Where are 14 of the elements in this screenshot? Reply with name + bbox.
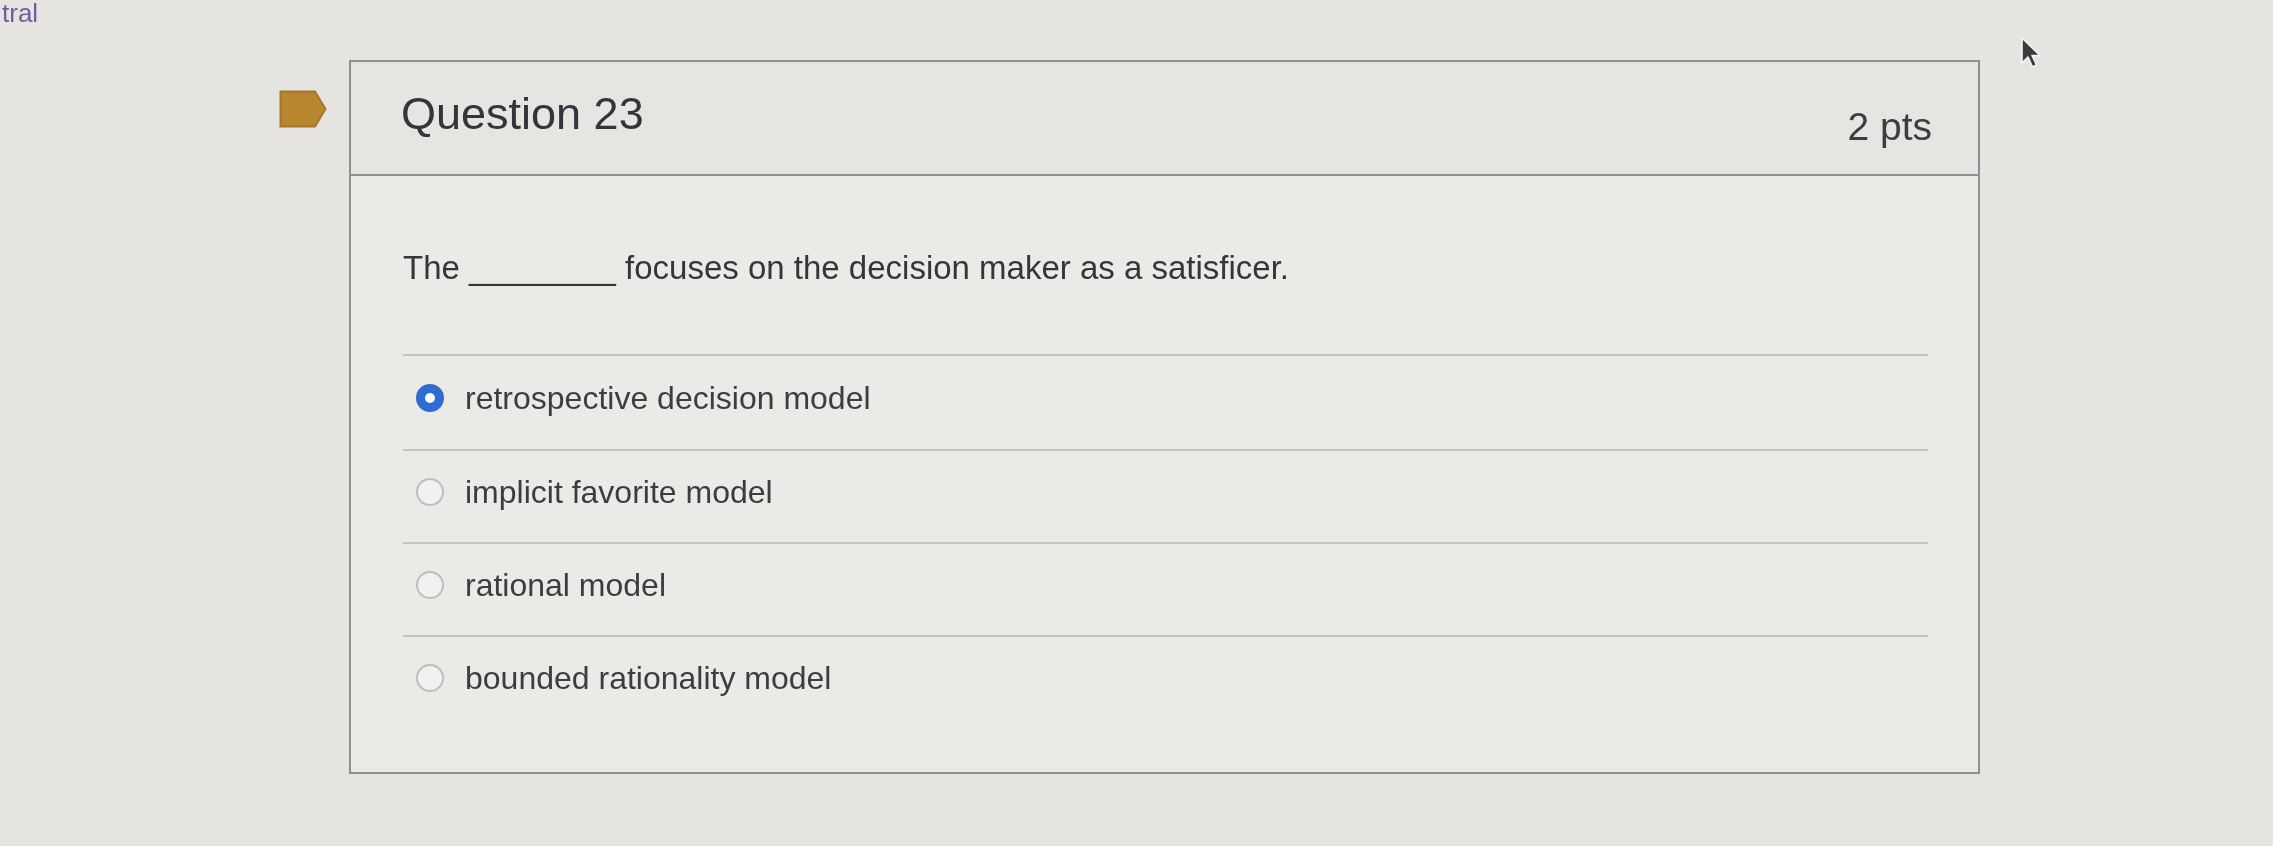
flag-icon[interactable]: [279, 90, 327, 128]
option-label[interactable]: retrospective decision model: [465, 377, 871, 418]
radio-button[interactable]: [416, 477, 444, 506]
question-prompt: The ________ focuses on the decision maker as a satisficer.: [403, 248, 1291, 288]
option-label[interactable]: rational model: [465, 564, 666, 605]
option-label[interactable]: implicit favorite model: [465, 471, 773, 512]
option-label[interactable]: bounded rationality model: [465, 657, 832, 698]
question-title: Question 23: [401, 89, 644, 139]
radio-button[interactable]: [416, 663, 444, 692]
mouse-pointer-icon: [2020, 36, 2042, 70]
radio-button[interactable]: [416, 570, 444, 599]
points-value: 2 pts: [1847, 105, 1932, 149]
radio-button[interactable]: [416, 383, 444, 412]
page-heading-fragment: tral: [2, 0, 39, 26]
